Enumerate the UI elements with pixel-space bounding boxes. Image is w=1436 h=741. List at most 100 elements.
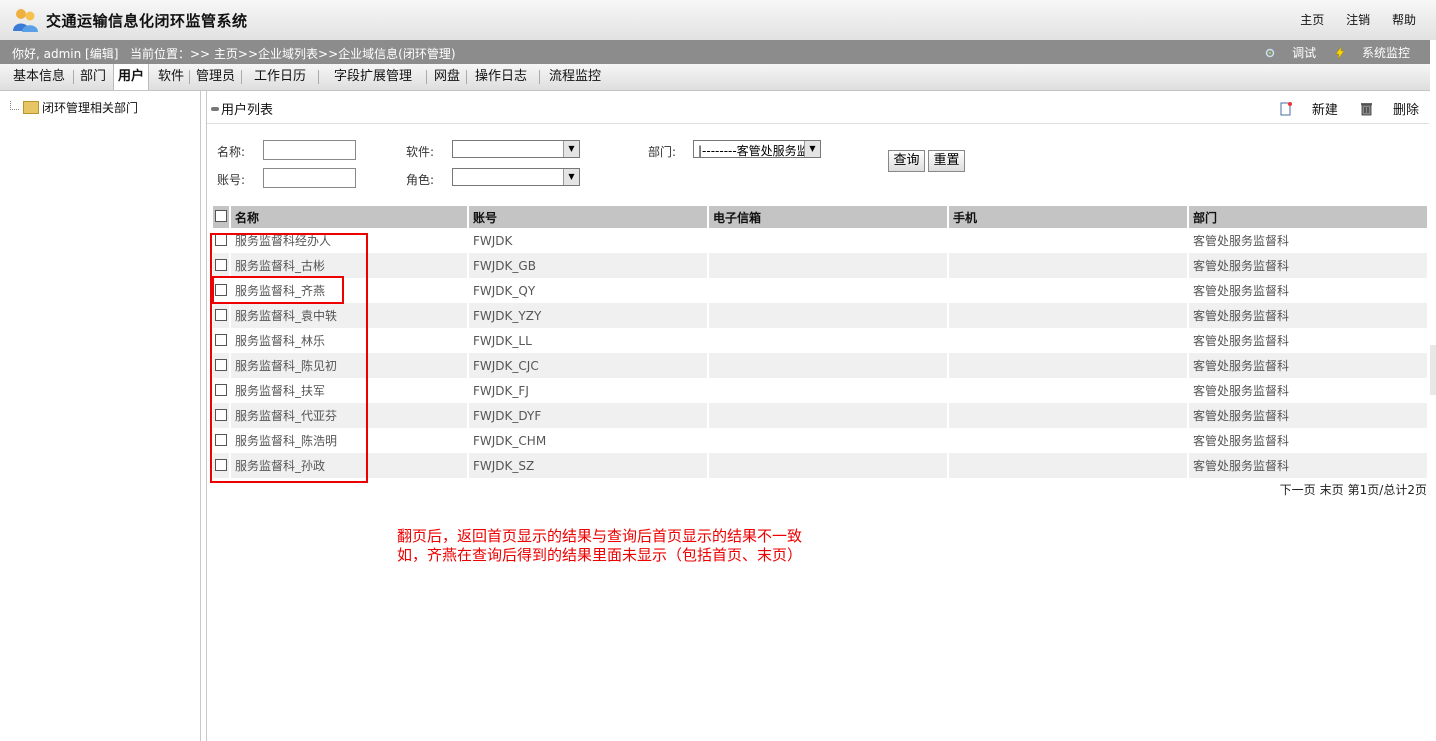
table-row[interactable]: 服务监督科_陈见初 FWJDK_CJC 客管处服务监督科 <box>213 353 1427 378</box>
tab-divider <box>241 70 242 84</box>
tab-basic-info[interactable]: 基本信息 <box>13 64 65 90</box>
user-greeting[interactable]: 你好, admin [编辑] <box>12 45 118 62</box>
column-header-department[interactable]: 部门 <box>1189 206 1427 228</box>
system-monitor-button[interactable]: 系统监控 <box>1334 46 1410 60</box>
cell-account: FWJDK_CJC <box>469 353 707 378</box>
cell-email <box>709 428 947 453</box>
cell-account: FWJDK_QY <box>473 283 536 298</box>
tab-process-monitor[interactable]: 流程监控 <box>549 64 601 90</box>
software-filter-label: 软件: <box>406 145 435 159</box>
scrollbar-thumb[interactable] <box>1430 345 1436 395</box>
chevron-down-icon: ▼ <box>563 141 579 157</box>
cell-department: 客管处服务监督科 <box>1193 384 1290 398</box>
tab-divider <box>539 70 540 84</box>
table-row[interactable]: 服务监督科_古彬 FWJDK_GB 客管处服务监督科 <box>213 253 1427 278</box>
tab-software[interactable]: 软件 <box>158 64 184 90</box>
help-link[interactable]: 帮助 <box>1392 13 1416 27</box>
reset-button[interactable]: 重置 <box>928 150 965 172</box>
pagination: 下一页 末页 第1页/总计2页 <box>1276 481 1427 498</box>
department-filter-select[interactable]: |--------客管处服务监 ▼ <box>693 140 821 158</box>
main-panel: 用户列表 新建 删除 名称: 账号: 软件: ▼ 角色: ▼ 部门: |----… <box>206 91 1429 741</box>
tab-divider <box>426 70 427 84</box>
cell-phone <box>949 278 1187 303</box>
tab-netdisk[interactable]: 网盘 <box>434 64 460 90</box>
gear-bug-icon <box>1265 48 1275 58</box>
delete-button[interactable]: 删除 <box>1360 103 1419 118</box>
column-header-name[interactable]: 名称 <box>231 206 467 228</box>
cell-phone <box>949 253 1187 278</box>
cell-department: 客管处服务监督科 <box>1193 334 1290 348</box>
cell-account: FWJDK <box>473 233 513 248</box>
tree-node-root[interactable]: 闭环管理相关部门 <box>10 99 138 116</box>
collapse-icon[interactable] <box>211 107 219 111</box>
tab-users[interactable]: 用户 <box>113 64 150 90</box>
info-bar: 你好, admin [编辑] 当前位置：>> 主页>>企业域列表>>企业域信息(… <box>0 40 1430 64</box>
cell-email <box>709 453 947 478</box>
select-all-checkbox[interactable] <box>215 210 227 222</box>
cell-email <box>709 353 947 378</box>
last-page-link[interactable]: 末页 <box>1320 483 1344 497</box>
cell-account: FWJDK_GB <box>469 253 707 278</box>
page-status: 第1页/总计2页 <box>1347 483 1427 497</box>
column-header-phone[interactable]: 手机 <box>949 206 1187 228</box>
annotation-line-1: 翻页后，返回首页显示的结果与查询后首页显示的结果不一致 <box>397 527 803 545</box>
table-row[interactable]: 服务监督科_袁中轶 FWJDK_YZY 客管处服务监督科 <box>213 303 1427 328</box>
cell-account: FWJDK_CHM <box>473 433 547 448</box>
cell-email <box>709 303 947 328</box>
tab-field-extension[interactable]: 字段扩展管理 <box>334 64 412 90</box>
chevron-down-icon: ▼ <box>563 169 579 185</box>
tab-divider <box>189 70 190 84</box>
table-row[interactable]: 服务监督科_代亚芬 FWJDK_DYF 客管处服务监督科 <box>213 403 1427 428</box>
cell-department: 客管处服务监督科 <box>1189 403 1427 428</box>
logout-link[interactable]: 注销 <box>1346 13 1370 27</box>
cell-account: FWJDK_LL <box>473 333 532 348</box>
query-button[interactable]: 查询 <box>888 150 925 172</box>
cell-department: 客管处服务监督科 <box>1189 353 1427 378</box>
cell-account: FWJDK_FJ <box>473 383 529 398</box>
system-monitor-label: 系统监控 <box>1361 46 1410 60</box>
cell-department: 客管处服务监督科 <box>1189 453 1427 478</box>
software-filter-select[interactable]: ▼ <box>452 140 580 158</box>
app-header: 交通运输信息化闭环监管系统 主页 注销 帮助 <box>0 0 1436 40</box>
next-page-link[interactable]: 下一页 <box>1280 483 1316 497</box>
table-row[interactable]: 服务监督科经办人 FWJDK 客管处服务监督科 <box>213 228 1427 253</box>
table-row[interactable]: 服务监督科_扶军 FWJDK_FJ 客管处服务监督科 <box>213 378 1427 403</box>
cell-email <box>709 403 947 428</box>
cell-phone <box>949 328 1187 353</box>
home-link[interactable]: 主页 <box>1300 13 1324 27</box>
divider <box>207 123 1429 124</box>
column-header-account[interactable]: 账号 <box>469 206 707 228</box>
tab-operation-log[interactable]: 操作日志 <box>475 64 527 90</box>
table-row[interactable]: 服务监督科_齐燕 FWJDK_QY 客管处服务监督科 <box>213 278 1427 303</box>
tab-bar: 基本信息 部门 用户 软件 管理员 工作日历 字段扩展管理 网盘 操作日志 流程… <box>0 64 1430 91</box>
new-button[interactable]: 新建 <box>1280 102 1342 118</box>
department-filter-label: 部门: <box>648 145 677 159</box>
list-actions: 新建 删除 <box>1262 99 1419 118</box>
folder-icon <box>23 101 39 114</box>
cell-phone <box>949 428 1187 453</box>
tree-expander-icon[interactable] <box>10 101 19 110</box>
cell-account: FWJDK_YZY <box>469 303 707 328</box>
new-document-icon <box>1280 102 1292 116</box>
tab-work-calendar[interactable]: 工作日历 <box>254 64 306 90</box>
department-tree-panel: 闭环管理相关部门 <box>0 91 201 741</box>
tab-admins[interactable]: 管理员 <box>196 64 235 90</box>
cell-department: 客管处服务监督科 <box>1193 284 1290 298</box>
cell-phone <box>949 228 1187 253</box>
user-list-title-text: 用户列表 <box>221 103 274 118</box>
user-table: 名称 账号 电子信箱 手机 部门 服务监督科经办人 FWJDK 客管处服务监督科 服务… <box>211 206 1429 478</box>
name-filter-input[interactable] <box>263 140 356 160</box>
debug-label: 调试 <box>1292 46 1317 60</box>
cell-email <box>709 278 947 303</box>
tab-departments[interactable]: 部门 <box>80 64 106 90</box>
table-row[interactable]: 服务监督科_陈浩明 FWJDK_CHM 客管处服务监督科 <box>213 428 1427 453</box>
table-row[interactable]: 服务监督科_林乐 FWJDK_LL 客管处服务监督科 <box>213 328 1427 353</box>
role-filter-label: 角色: <box>406 173 435 187</box>
breadcrumb: 当前位置：>> 主页>>企业域列表>>企业域信息(闭环管理) <box>130 47 456 61</box>
table-row[interactable]: 服务监督科_孙政 FWJDK_SZ 客管处服务监督科 <box>213 453 1427 478</box>
role-filter-select[interactable]: ▼ <box>452 168 580 186</box>
account-filter-input[interactable] <box>263 168 356 188</box>
table-header-row: 名称 账号 电子信箱 手机 部门 <box>213 206 1427 228</box>
debug-button[interactable]: 调试 <box>1264 46 1320 60</box>
column-header-email[interactable]: 电子信箱 <box>709 206 947 228</box>
